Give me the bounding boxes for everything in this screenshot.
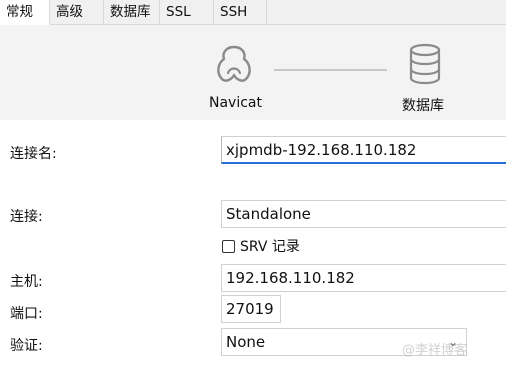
connector-line (274, 69, 387, 71)
navicat-icon (212, 43, 256, 89)
tab-general[interactable]: 常规 (0, 0, 50, 25)
connection-form: 连接名: xjpmdb-192.168.110.182 连接: Standalo… (0, 120, 506, 374)
tab-bar: 常规 高级 数据库 SSL SSH (0, 0, 506, 25)
database-icon (406, 42, 444, 90)
srv-record-label: SRV 记录 (240, 239, 300, 255)
watermark: @李祥博客 (402, 343, 468, 358)
auth-select-value: None (226, 333, 266, 351)
connection-label: 连接: (10, 209, 43, 225)
tab-advanced[interactable]: 高级 (50, 0, 104, 24)
port-label: 端口: (10, 306, 43, 322)
connection-type-select[interactable]: Standalone (221, 200, 506, 228)
navicat-step-label: Navicat (209, 95, 262, 111)
tab-ssh[interactable]: SSH (214, 0, 267, 24)
connection-diagram: Navicat 数据库 (0, 25, 506, 120)
connection-name-label: 连接名: (10, 146, 57, 162)
srv-record-checkbox[interactable] (222, 239, 235, 253)
tab-ssl[interactable]: SSL (160, 0, 214, 24)
tab-databases[interactable]: 数据库 (104, 0, 160, 24)
host-input[interactable]: 192.168.110.182 (221, 264, 506, 292)
host-label: 主机: (10, 274, 43, 290)
auth-label: 验证: (10, 338, 43, 354)
port-input[interactable]: 27019 (221, 295, 281, 323)
srv-record-row[interactable]: SRV 记录 (222, 237, 300, 255)
connection-name-input[interactable]: xjpmdb-192.168.110.182 (221, 136, 506, 164)
database-step-label: 数据库 (402, 98, 444, 114)
